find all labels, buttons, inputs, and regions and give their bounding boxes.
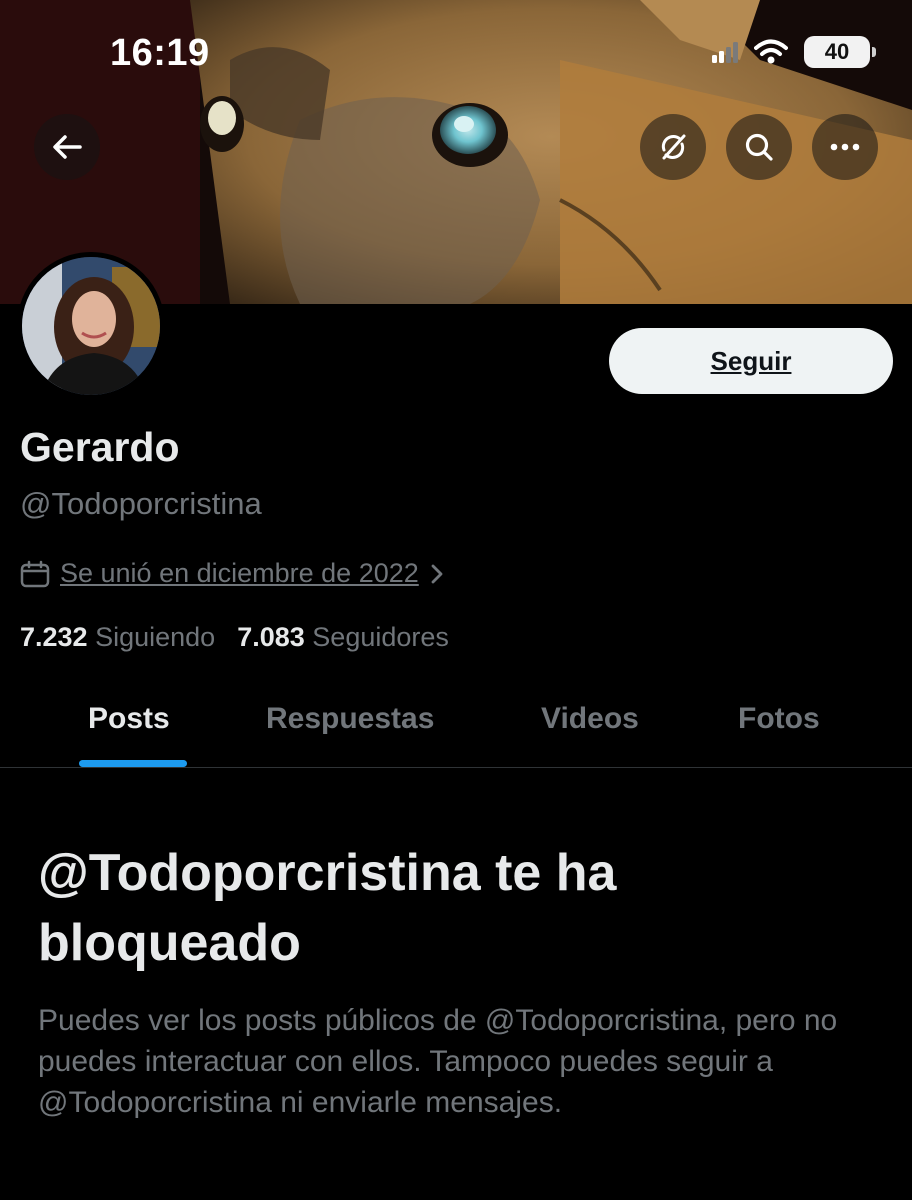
followers-link[interactable]: 7.083 Seguidores	[237, 622, 449, 653]
status-icons: 40	[712, 36, 876, 68]
active-tab-indicator	[79, 760, 187, 767]
status-time: 16:19	[110, 32, 210, 74]
tab-respuestas[interactable]: Respuestas	[266, 702, 434, 736]
chevron-right-icon	[431, 564, 443, 583]
no-sync-button[interactable]	[640, 114, 706, 180]
arrow-left-icon	[53, 135, 82, 159]
joined-date-link[interactable]: Se unió en diciembre de 2022	[20, 558, 445, 589]
blocked-message: Puedes ver los posts públicos de @Todopo…	[38, 1004, 838, 1119]
followers-count: 7.083	[237, 622, 305, 652]
follow-stats: 7.232 Siguiendo 7.083 Seguidores	[20, 622, 449, 653]
avatar-portrait-picture	[22, 257, 160, 395]
calendar-icon	[20, 560, 50, 587]
tab-fotos[interactable]: Fotos	[738, 702, 820, 736]
blocked-title: @Todoporcristina te ha bloqueado	[38, 844, 617, 972]
wifi-icon	[754, 39, 788, 64]
follow-button[interactable]: Seguir	[609, 328, 893, 394]
back-button[interactable]	[34, 114, 100, 180]
followers-label: Seguidores	[312, 622, 449, 652]
profile-tabs: Posts Respuestas Videos Fotos	[0, 690, 912, 768]
tab-posts[interactable]: Posts	[88, 702, 170, 736]
no-sync-icon	[661, 134, 686, 160]
search-button[interactable]	[726, 114, 792, 180]
avatar[interactable]	[17, 252, 165, 400]
profile-handle: @Todoporcristina	[20, 486, 262, 521]
battery-indicator: 40	[804, 36, 876, 68]
joined-date-text: Se unió en diciembre de 2022	[60, 558, 419, 588]
tab-videos[interactable]: Videos	[541, 702, 639, 736]
status-bar: 16:19 40	[0, 0, 912, 100]
search-icon	[745, 133, 773, 161]
following-link[interactable]: 7.232 Siguiendo	[20, 622, 215, 653]
cellular-signal-icon	[712, 42, 738, 63]
following-label: Siguiendo	[95, 622, 216, 652]
more-options-button[interactable]	[812, 114, 878, 180]
following-count: 7.232	[20, 622, 88, 652]
profile-name: Gerardo	[20, 424, 180, 470]
more-icon	[830, 143, 860, 151]
